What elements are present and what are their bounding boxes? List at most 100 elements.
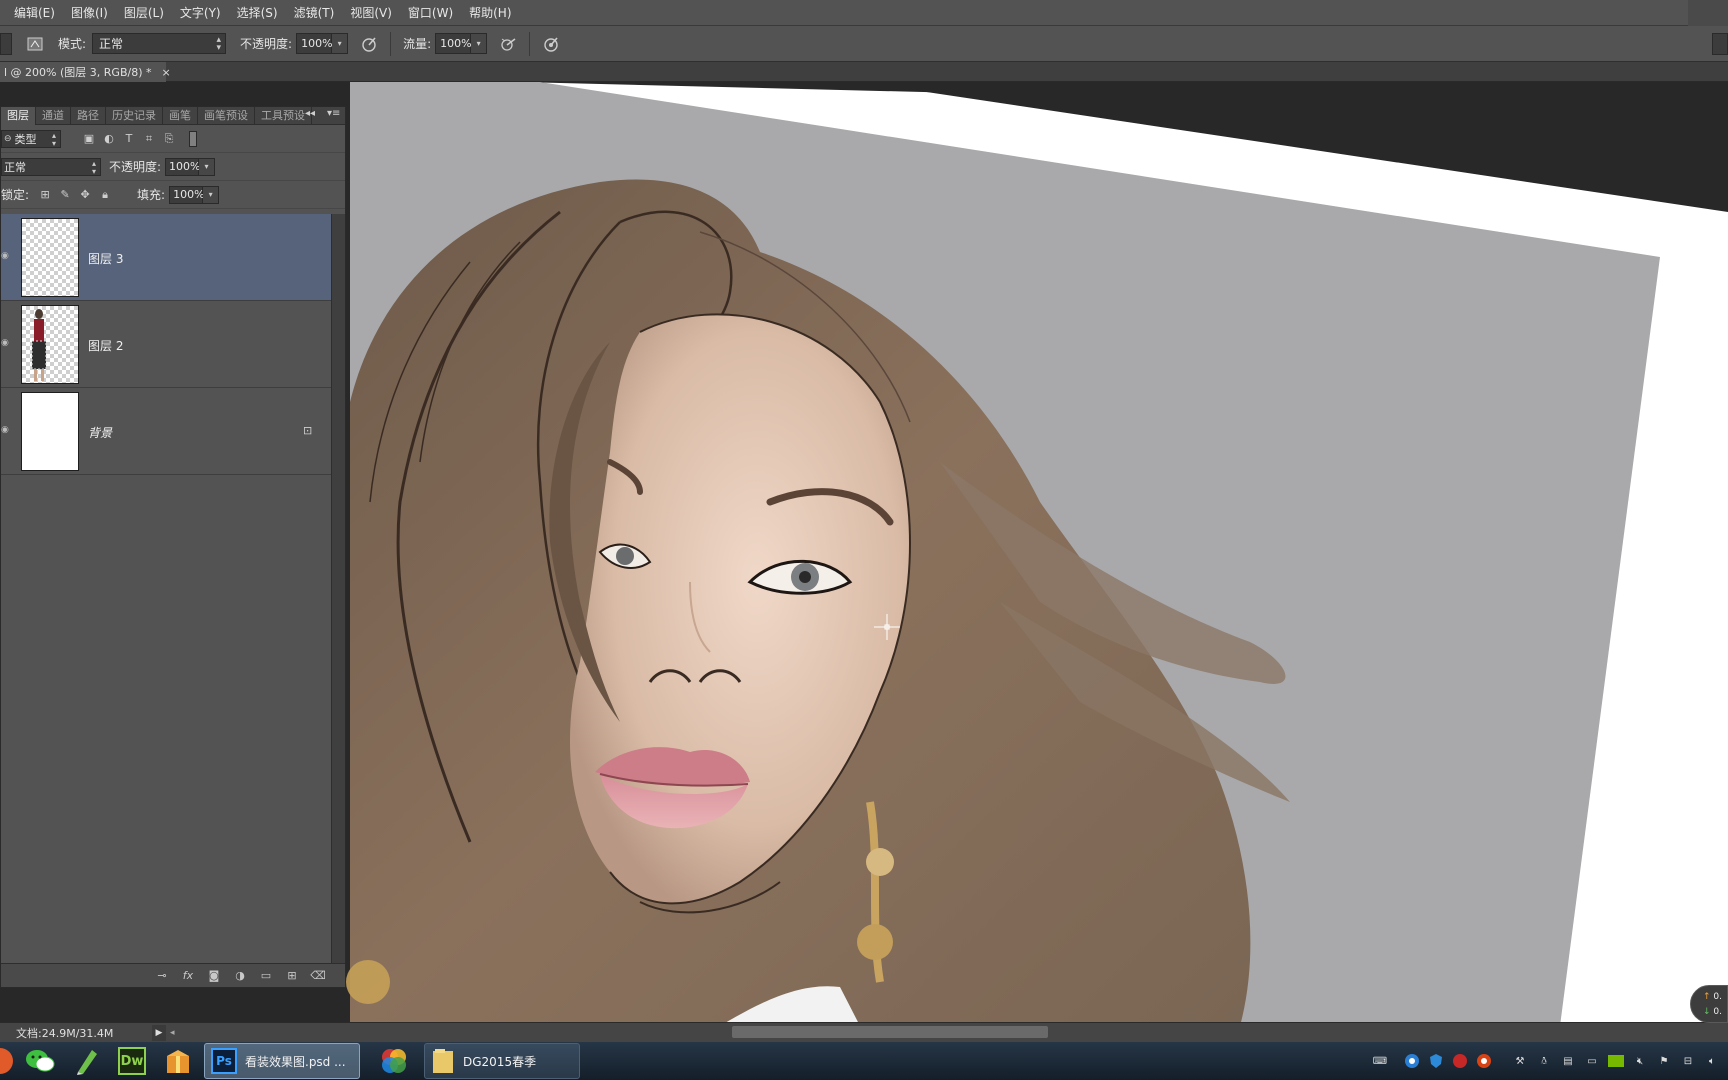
down-arrow-icon: ↓ [1703,1007,1711,1017]
layer-name: 背景 [88,426,113,440]
taskbar-item-photoshop[interactable]: Ps 看装效果图.psd ... [204,1043,360,1079]
filter-shape-icon[interactable]: ⌗ [139,129,159,149]
blend-mode-select[interactable]: 正常 ▴ ▾ [1,157,101,176]
visibility-eye-icon[interactable]: ◉ [1,338,9,350]
taskbar-item-folder[interactable]: DG2015春季 [424,1043,580,1079]
menu-filter[interactable]: 滤镜(T) [286,0,343,26]
flow-slider-button[interactable]: ▾ [471,33,488,54]
window-controls[interactable] [1688,0,1728,26]
adjustment-layer-icon[interactable]: ◑ [227,966,253,986]
record-icon[interactable] [1450,1051,1470,1071]
status-menu-arrow-icon[interactable]: ▶ [152,1024,166,1041]
tool-preset-picker[interactable] [0,32,12,55]
nvidia-icon[interactable] [1606,1051,1626,1071]
pressure-size-icon[interactable] [540,33,562,55]
volume-muted-icon[interactable]: 🔇︎ [1630,1051,1650,1071]
layer-opacity-slider-button[interactable]: ▾ [199,157,216,176]
updown-icon: ▴ ▾ [91,158,96,176]
tab-channels[interactable]: 通道 [36,106,71,125]
lock-position-icon[interactable]: ✥ [75,185,95,205]
layer-row[interactable]: ◉ 图层 2 [1,301,331,388]
menu-help[interactable]: 帮助(H) [461,0,519,26]
document-title: l @ 200% (图层 3, RGB/8) * [4,66,152,79]
filter-type-icon[interactable]: T [119,129,139,149]
network-speed-badge[interactable]: ↑ 0. ↓ 0. [1690,985,1728,1023]
collapse-panel-icon[interactable]: ◂◂ [305,108,315,119]
close-icon[interactable]: × [161,66,170,79]
filter-pixel-icon[interactable]: ▣ [79,129,99,149]
tab-paths[interactable]: 路径 [71,106,106,125]
tab-layers[interactable]: 图层 [1,106,36,125]
app-tray-icon[interactable] [1474,1051,1494,1071]
mode-label: 模式: [58,37,87,51]
workspace-switcher[interactable] [1712,33,1728,55]
menu-select[interactable]: 选择(S) [229,0,286,26]
opacity-label: 不透明度: [240,37,293,51]
menu-view[interactable]: 视图(V) [342,0,400,26]
menu-window[interactable]: 窗口(W) [400,0,461,26]
blend-mode-value: 正常 [4,160,26,174]
panel-menu-icon[interactable]: ▾≡ [327,108,340,119]
filter-adjustment-icon[interactable]: ◐ [99,129,119,149]
layer-lock-icon: ⊡ [303,424,313,437]
lock-image-icon[interactable]: ✎ [55,185,75,205]
color-wheel-icon[interactable] [374,1043,414,1079]
filter-kind-select[interactable]: ⊖ 类型 ▴ ▾ [1,129,61,148]
pen-tool-app-icon[interactable] [66,1043,106,1079]
network-icon[interactable]: ⊟ [1678,1051,1698,1071]
scroll-left-icon[interactable]: ◂ [170,1028,175,1038]
menu-type[interactable]: 文字(Y) [172,0,229,26]
visibility-eye-icon[interactable]: ◉ [1,425,9,437]
opacity-input[interactable]: 100% [296,33,333,54]
tab-history[interactable]: 历史记录 [106,106,163,125]
tray-flag-icon[interactable]: ⚑ [1654,1051,1674,1071]
layer-row[interactable]: ◉ 背景 ⊡ [1,388,331,475]
menu-layer[interactable]: 图层(L) [116,0,172,26]
tab-brush[interactable]: 画笔 [163,106,198,125]
filter-toggle-switch[interactable] [189,130,197,147]
new-layer-icon[interactable]: ⊞ [279,966,305,986]
document-tab[interactable]: l @ 200% (图层 3, RGB/8) * × [0,62,171,82]
link-layers-icon[interactable]: ⊸ [149,966,175,986]
tab-brush-presets[interactable]: 画笔预设 [198,106,255,125]
add-mask-icon[interactable]: ◙ [201,966,227,986]
fill-input[interactable]: 100% [169,185,205,204]
layer-row[interactable]: ◉ 图层 3 [1,214,331,301]
updown-icon: ▴ ▾ [51,130,56,148]
layer-style-fx-icon[interactable]: fx [175,966,201,986]
pressure-opacity-icon[interactable] [358,33,380,55]
start-orb-icon[interactable] [0,1043,14,1079]
mode-select[interactable]: 正常 ▴ ▾ [92,33,227,54]
monitor-icon[interactable]: ▭ [1582,1051,1602,1071]
keyboard-icon[interactable]: ⌨ [1370,1051,1390,1071]
fill-slider-button[interactable]: ▾ [203,185,220,204]
layers-scrollbar[interactable] [331,214,345,966]
shield-icon[interactable] [1426,1051,1446,1071]
menu-image[interactable]: 图像(I) [63,0,116,26]
tools-icon[interactable]: ⚒ [1510,1051,1530,1071]
airbrush-icon[interactable] [497,33,519,55]
visibility-eye-icon[interactable]: ◉ [1,251,9,263]
tab-tool-presets[interactable]: 工具预设 [255,106,312,125]
volume-icon[interactable]: 🔈︎ [1702,1051,1722,1071]
package-icon[interactable] [158,1043,198,1079]
menu-edit[interactable]: 编辑(E) [6,0,63,26]
taskbar-item-label: DG2015春季 [463,1054,537,1069]
lock-all-icon[interactable]: 🔒︎ [95,185,115,205]
brush-panel-toggle-icon[interactable] [24,33,46,55]
new-group-folder-icon[interactable]: ▭ [253,966,279,986]
opacity-slider-button[interactable]: ▾ [332,33,349,54]
layer-opacity-input[interactable]: 100% [165,157,201,176]
browser-icon[interactable] [1402,1051,1422,1071]
filter-smart-object-icon[interactable]: ⎘ [159,129,179,149]
upload-speed: ↑ 0. [1703,992,1723,1002]
qq-icon[interactable]: 🐧︎ [1534,1051,1554,1071]
flow-input[interactable]: 100% [435,33,472,54]
mode-value: 正常 [99,37,124,51]
horizontal-scroll-thumb[interactable] [732,1026,1048,1038]
trash-icon[interactable]: ⌫ [305,966,331,986]
lock-transparent-icon[interactable]: ⊞ [35,185,55,205]
dreamweaver-icon[interactable]: Dw [112,1043,152,1079]
tray-chat-icon[interactable]: ▤ [1558,1051,1578,1071]
wechat-icon[interactable] [20,1043,60,1079]
